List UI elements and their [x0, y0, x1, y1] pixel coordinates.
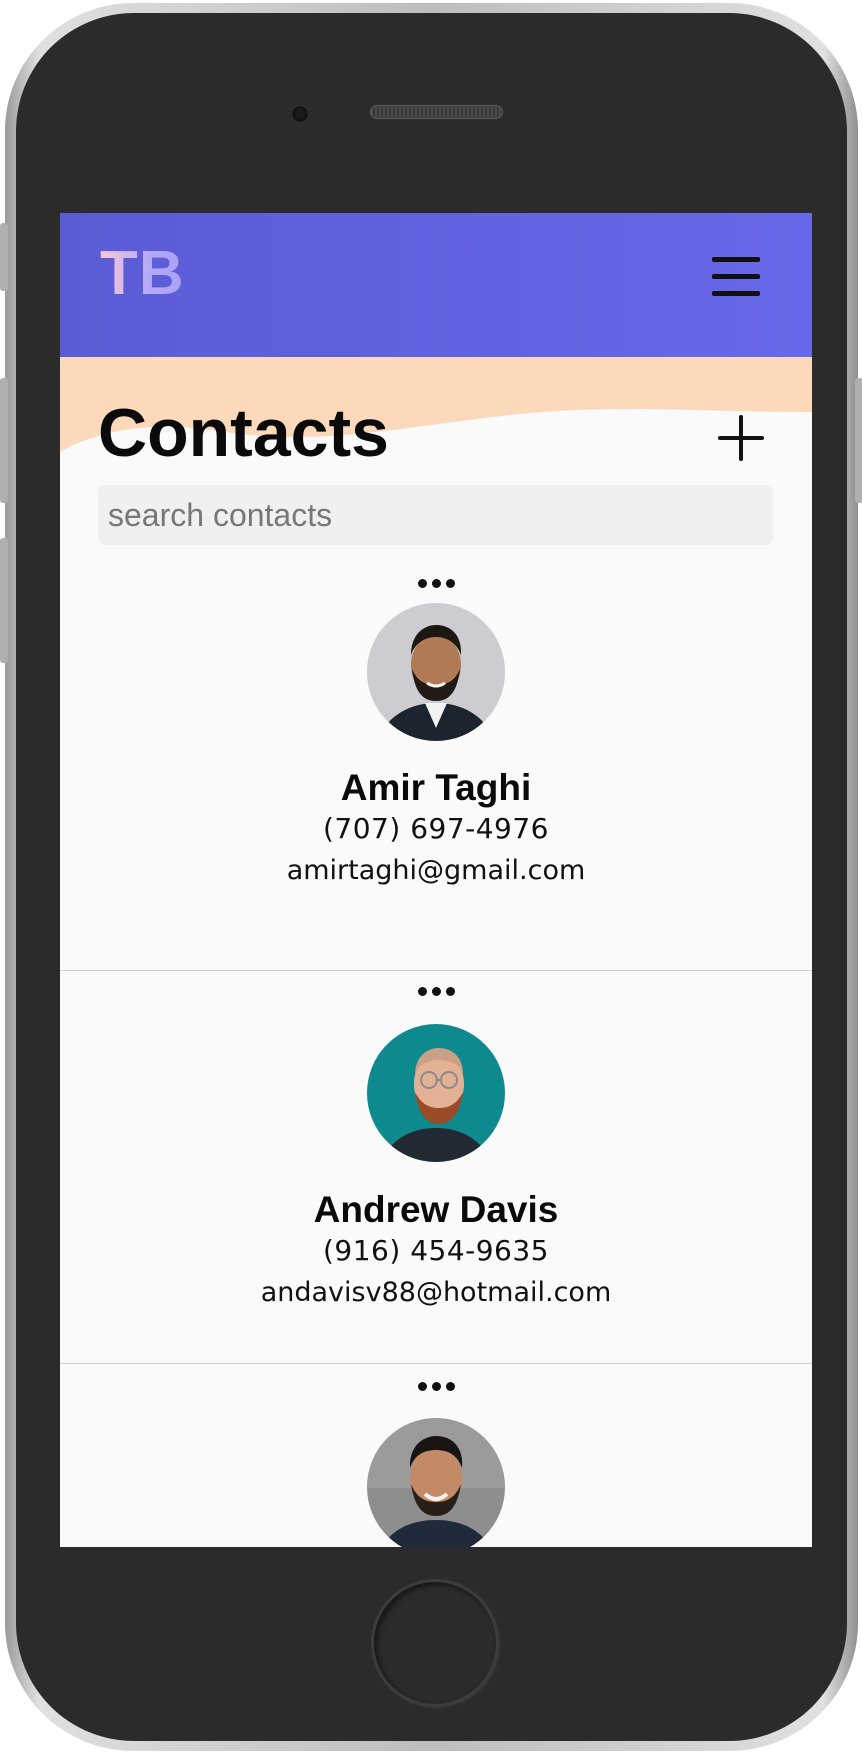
app-logo[interactable]: TB	[100, 243, 185, 305]
contact-email[interactable]: andavisv88@hotmail.com	[60, 1279, 812, 1306]
more-options-icon[interactable]	[415, 979, 459, 1003]
home-button[interactable]	[371, 1579, 499, 1707]
contact-card[interactable]: Andrew Davis (916) 454-9635 andavisv88@h…	[60, 971, 812, 1364]
app-header: TB	[60, 213, 812, 357]
contact-card[interactable]: Amir Taghi (707) 697-4976 amirtaghi@gmai…	[60, 571, 812, 971]
hamburger-menu-icon[interactable]	[710, 253, 766, 301]
contact-card[interactable]	[60, 1364, 812, 1547]
contact-phone[interactable]: (916) 454-9635	[60, 1237, 812, 1265]
page-title: Contacts	[98, 395, 389, 471]
avatar	[367, 1418, 505, 1547]
avatar	[367, 603, 505, 741]
contact-name: Amir Taghi	[340, 767, 532, 808]
more-options-icon[interactable]	[415, 1374, 459, 1398]
more-options-icon[interactable]	[415, 571, 459, 595]
contact-email[interactable]: amirtaghi@gmail.com	[60, 857, 812, 884]
search-input[interactable]	[98, 485, 773, 545]
front-camera	[292, 106, 308, 122]
phone-frame: TB Contacts search contacts Amir Taghi (…	[0, 3, 862, 1751]
mute-switch	[0, 223, 8, 291]
avatar	[367, 1024, 505, 1162]
plus-icon[interactable]	[718, 415, 764, 461]
power-button	[855, 378, 862, 503]
contact-name: Andrew Davis	[313, 1189, 559, 1230]
volume-up-button	[0, 378, 8, 503]
volume-down-button	[0, 538, 8, 663]
app-screen: TB Contacts search contacts Amir Taghi (…	[60, 213, 812, 1547]
earpiece-speaker	[370, 105, 503, 119]
contact-phone[interactable]: (707) 697-4976	[60, 815, 812, 843]
